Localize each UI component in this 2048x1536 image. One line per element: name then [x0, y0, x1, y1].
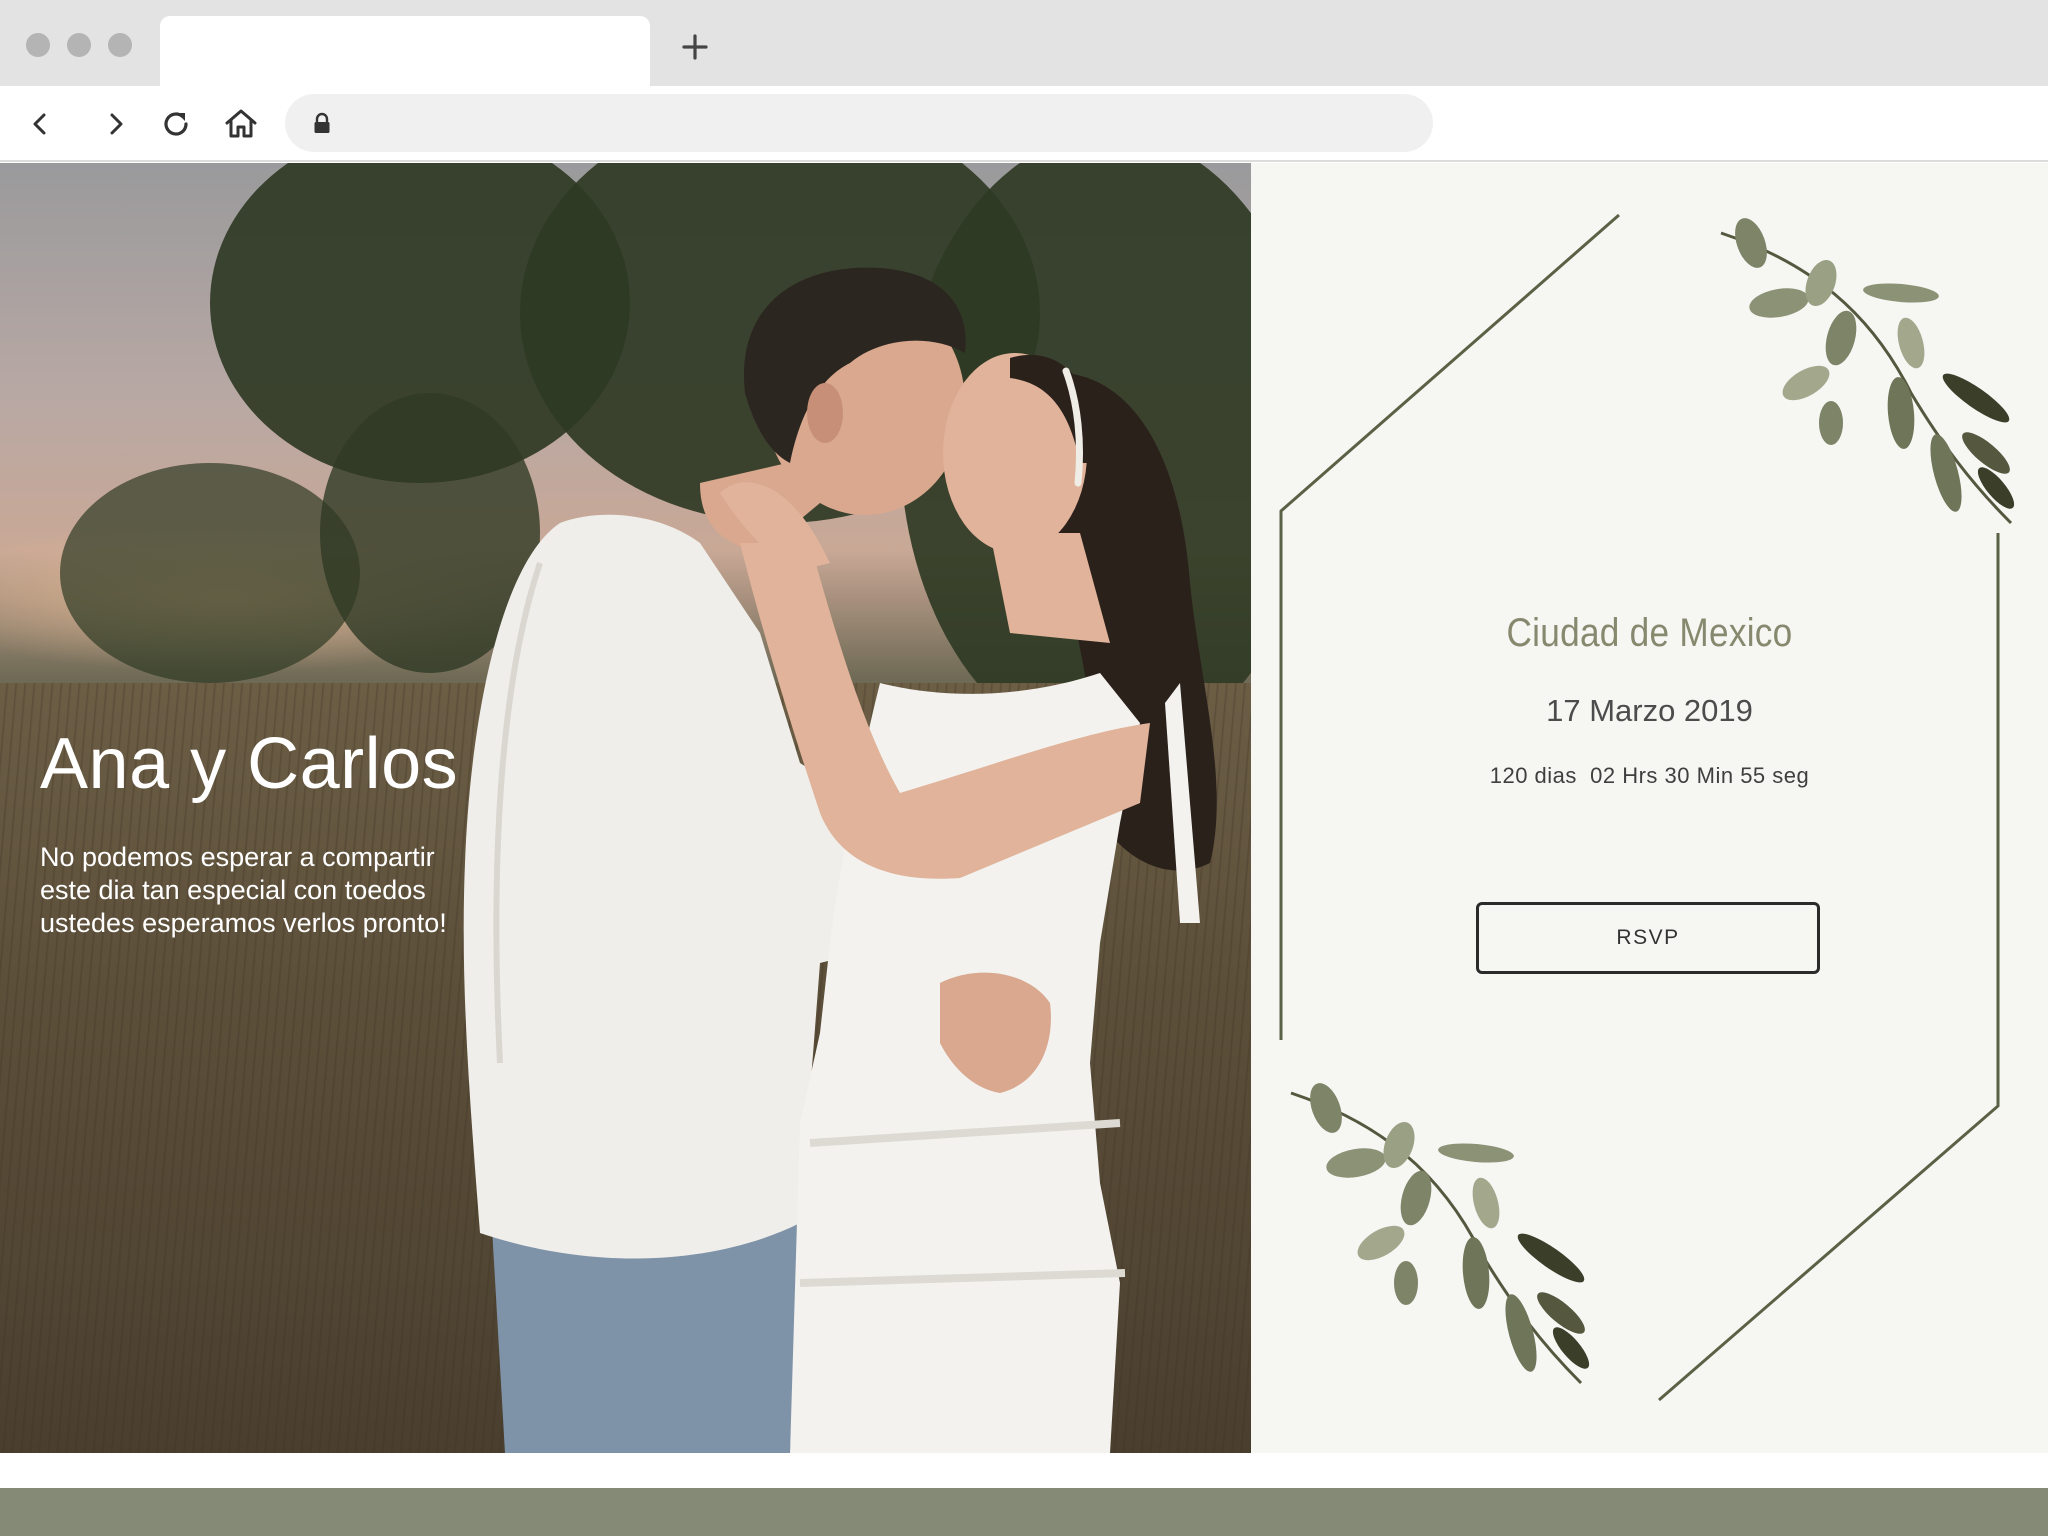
countdown-timer: 120 dias 02 Hrs 30 Min 55 seg — [1489, 763, 1810, 788]
plus-icon[interactable] — [680, 32, 710, 62]
browser-toolbar — [0, 86, 2048, 162]
hero-message-line: este dia tan especial con toedos — [40, 875, 426, 905]
hero-message-line: No podemos esperar a compartir — [40, 842, 435, 872]
home-icon[interactable] — [221, 104, 261, 144]
hero-message-line: ustedes esperamos verlos pronto! — [40, 908, 447, 938]
couple-illustration — [463, 267, 1217, 1453]
window-maximize-dot[interactable] — [108, 33, 132, 57]
couple-names-title: Ana y Carlos — [40, 724, 459, 804]
invitation-card: Ciudad de Mexico 17 Marzo 2019 120 dias … — [1251, 163, 2048, 1453]
page-content: Ana y Carlos No podemos esperar a compar… — [0, 163, 2048, 1536]
reload-icon[interactable] — [156, 104, 196, 144]
hexagon-frame-decoration — [1279, 213, 2015, 1402]
browser-tab-bar — [0, 0, 2048, 86]
chevron-right-icon[interactable] — [96, 104, 136, 144]
event-city: Ciudad de Mexico — [1506, 611, 1793, 655]
leaf-branch-top-icon — [1720, 218, 2015, 525]
lock-icon — [314, 112, 330, 133]
footer-bar — [0, 1488, 2048, 1536]
leaf-branch-bottom-icon — [1290, 1083, 1590, 1385]
hero-message: No podemos esperar a compartir este dia … — [40, 841, 500, 940]
window-close-dot[interactable] — [26, 33, 50, 57]
rsvp-button[interactable]: RSVP — [1476, 902, 1820, 974]
window-minimize-dot[interactable] — [67, 33, 91, 57]
chevron-left-icon[interactable] — [20, 104, 60, 144]
browser-tab[interactable] — [160, 16, 650, 86]
address-bar[interactable] — [285, 94, 1433, 152]
couple-photo: Ana y Carlos No podemos esperar a compar… — [0, 163, 1251, 1453]
event-date: 17 Marzo 2019 — [1546, 693, 1753, 728]
